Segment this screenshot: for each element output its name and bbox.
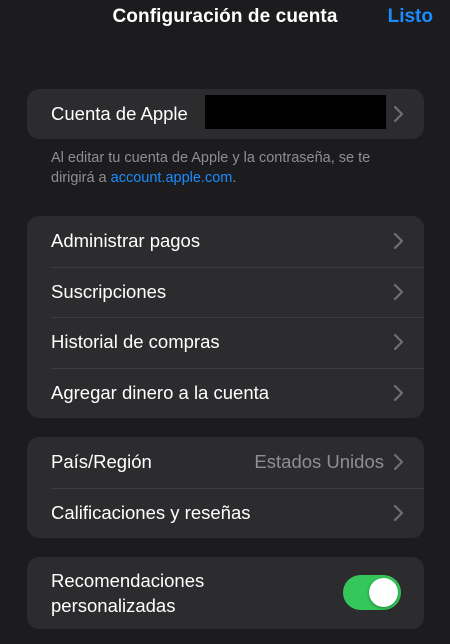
apple-account-label: Cuenta de Apple (51, 103, 188, 124)
ratings-reviews-row[interactable]: Calificaciones y reseñas (27, 487, 424, 539)
manage-payments-label: Administrar pagos (51, 230, 201, 252)
footnote-period: . (232, 170, 237, 186)
chevron-right-icon (393, 334, 404, 351)
chevron-right-icon (393, 233, 404, 250)
account-footnote: Al editar tu cuenta de Apple y la contra… (51, 148, 411, 188)
country-region-label: País/Región (51, 451, 152, 473)
toggle-knob (369, 578, 398, 607)
country-region-value: Estados Unidos (254, 451, 384, 473)
subscriptions-label: Suscripciones (51, 280, 167, 302)
personalized-recommendations-toggle[interactable] (343, 575, 401, 610)
chevron-right-icon (393, 504, 404, 521)
add-funds-row[interactable]: Agregar dinero a la cuenta (27, 367, 424, 419)
redacted-account-id (205, 95, 386, 129)
page-title: Configuración de cuenta (112, 6, 338, 27)
country-region-row[interactable]: País/Región Estados Unidos (27, 437, 424, 488)
subscriptions-row[interactable]: Suscripciones (27, 266, 424, 318)
add-funds-label: Agregar dinero a la cuenta (51, 381, 270, 403)
navigation-bar: Configuración de cuenta Listo (0, 0, 450, 36)
chevron-right-icon (393, 454, 404, 471)
apple-account-row[interactable]: Cuenta de Apple (27, 89, 424, 139)
chevron-right-icon (393, 105, 404, 123)
account-link[interactable]: account.apple.com (111, 170, 233, 186)
region-group: País/Región Estados Unidos Calificacione… (27, 437, 424, 538)
ratings-reviews-label: Calificaciones y reseñas (51, 501, 251, 523)
payments-group: Administrar pagos Suscripciones Historia… (27, 216, 424, 418)
chevron-right-icon (393, 283, 404, 300)
apple-account-group: Cuenta de Apple (27, 89, 424, 139)
chevron-right-icon (393, 384, 404, 401)
personalized-recommendations-row: Recomendaciones personalizadas (27, 557, 424, 629)
personalized-recommendations-label: Recomendaciones personalizadas (51, 570, 205, 616)
purchase-history-label: Historial de compras (51, 331, 220, 353)
recommendations-group: Recomendaciones personalizadas (27, 557, 424, 629)
manage-payments-row[interactable]: Administrar pagos (27, 216, 424, 267)
purchase-history-row[interactable]: Historial de compras (27, 317, 424, 368)
done-button[interactable]: Listo (388, 6, 433, 28)
